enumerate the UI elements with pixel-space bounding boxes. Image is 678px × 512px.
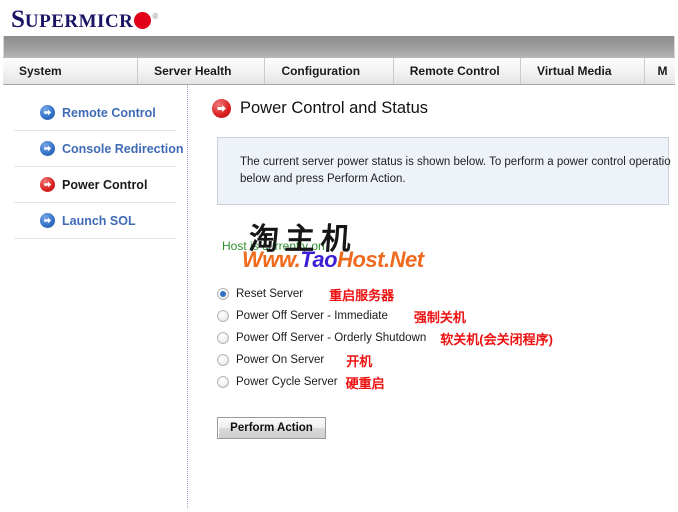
tab-configuration[interactable]: Configuration bbox=[265, 58, 394, 84]
page-header: SUPERMICR ® bbox=[0, 0, 678, 36]
arrow-right-icon bbox=[40, 177, 55, 192]
radio-label: Power Cycle Server bbox=[236, 376, 338, 388]
supermicro-logo: SUPERMICR ® bbox=[11, 2, 158, 37]
sidebar-item-launch-sol[interactable]: Launch SOL bbox=[14, 203, 176, 239]
main-panel: Power Control and Status The current ser… bbox=[188, 85, 678, 508]
sidebar-item-label: Console Redirection bbox=[62, 141, 184, 156]
annotation-note: 开机 bbox=[346, 353, 373, 369]
radio-power-off-immediate[interactable] bbox=[217, 310, 229, 322]
annotation-note: 重启服务器 bbox=[329, 287, 395, 303]
info-line-1: The current server power status is shown… bbox=[240, 156, 671, 168]
logo-red-dot-icon bbox=[134, 12, 152, 29]
radio-label: Power Off Server - Orderly Shutdown bbox=[236, 332, 427, 344]
radio-row-reset-server[interactable]: Reset Server 重启服务器 bbox=[217, 283, 678, 305]
arrow-right-icon bbox=[40, 105, 55, 120]
sidebar: Remote Control Console Redirection Power… bbox=[0, 85, 188, 508]
header-gray-band bbox=[3, 36, 675, 57]
watermark-url-part1: Www. bbox=[242, 247, 301, 272]
page-title: Power Control and Status bbox=[212, 99, 678, 118]
content-area: Remote Control Console Redirection Power… bbox=[0, 85, 678, 508]
logo-initial: S bbox=[11, 6, 25, 33]
main-navigation: System Server Health Configuration Remot… bbox=[3, 57, 675, 85]
power-action-radio-group: Reset Server 重启服务器 Power Off Server - Im… bbox=[217, 283, 678, 393]
radio-row-power-on-server[interactable]: Power On Server 开机 bbox=[217, 349, 678, 371]
radio-label: Power Off Server - Immediate bbox=[236, 310, 388, 322]
radio-row-power-off-immediate[interactable]: Power Off Server - Immediate 强制关机 bbox=[217, 305, 678, 327]
info-line-2: below and press Perform Action. bbox=[240, 173, 406, 185]
arrow-right-icon bbox=[212, 99, 231, 118]
radio-power-cycle-server[interactable] bbox=[217, 376, 229, 388]
tab-remote-control[interactable]: Remote Control bbox=[394, 58, 522, 84]
annotation-note: 强制关机 bbox=[413, 309, 466, 325]
watermark-url-part2: Tao bbox=[300, 247, 338, 272]
tab-virtual-media[interactable]: Virtual Media bbox=[521, 58, 646, 84]
tab-maintenance[interactable]: M bbox=[645, 58, 675, 84]
power-status-zone: Host is currently on 淘主机 Www.TaoHost.Net bbox=[217, 219, 678, 279]
watermark-url: Www.TaoHost.Net bbox=[242, 247, 424, 273]
sidebar-item-remote-control[interactable]: Remote Control bbox=[14, 95, 176, 131]
radio-row-power-off-orderly[interactable]: Power Off Server - Orderly Shutdown 软关机(… bbox=[217, 327, 678, 349]
tab-system[interactable]: System bbox=[3, 58, 139, 84]
page-title-text: Power Control and Status bbox=[240, 99, 429, 117]
annotation-note: 硬重启 bbox=[345, 375, 385, 391]
radio-label: Power On Server bbox=[236, 354, 325, 366]
sidebar-item-label: Power Control bbox=[62, 177, 148, 192]
sidebar-item-label: Remote Control bbox=[62, 105, 156, 120]
annotation-note: 软关机(会关闭程序) bbox=[440, 331, 553, 347]
sidebar-item-console-redirection[interactable]: Console Redirection bbox=[14, 131, 184, 167]
registered-mark: ® bbox=[152, 12, 159, 21]
arrow-right-icon bbox=[40, 141, 55, 156]
info-box: The current server power status is shown… bbox=[217, 137, 671, 205]
radio-reset-server[interactable] bbox=[217, 288, 229, 300]
tab-server-health[interactable]: Server Health bbox=[138, 58, 266, 84]
sidebar-item-power-control[interactable]: Power Control bbox=[14, 167, 176, 203]
perform-action-button[interactable]: Perform Action bbox=[217, 417, 326, 439]
arrow-right-icon bbox=[40, 213, 55, 228]
logo-wordmark: UPERMICR bbox=[24, 11, 134, 32]
watermark-url-part3: Host.Net bbox=[337, 247, 424, 272]
radio-power-off-orderly[interactable] bbox=[217, 332, 229, 344]
radio-label: Reset Server bbox=[236, 288, 304, 300]
radio-power-on-server[interactable] bbox=[217, 354, 229, 366]
radio-row-power-cycle-server[interactable]: Power Cycle Server 硬重启 bbox=[217, 371, 678, 393]
sidebar-item-label: Launch SOL bbox=[62, 213, 136, 228]
